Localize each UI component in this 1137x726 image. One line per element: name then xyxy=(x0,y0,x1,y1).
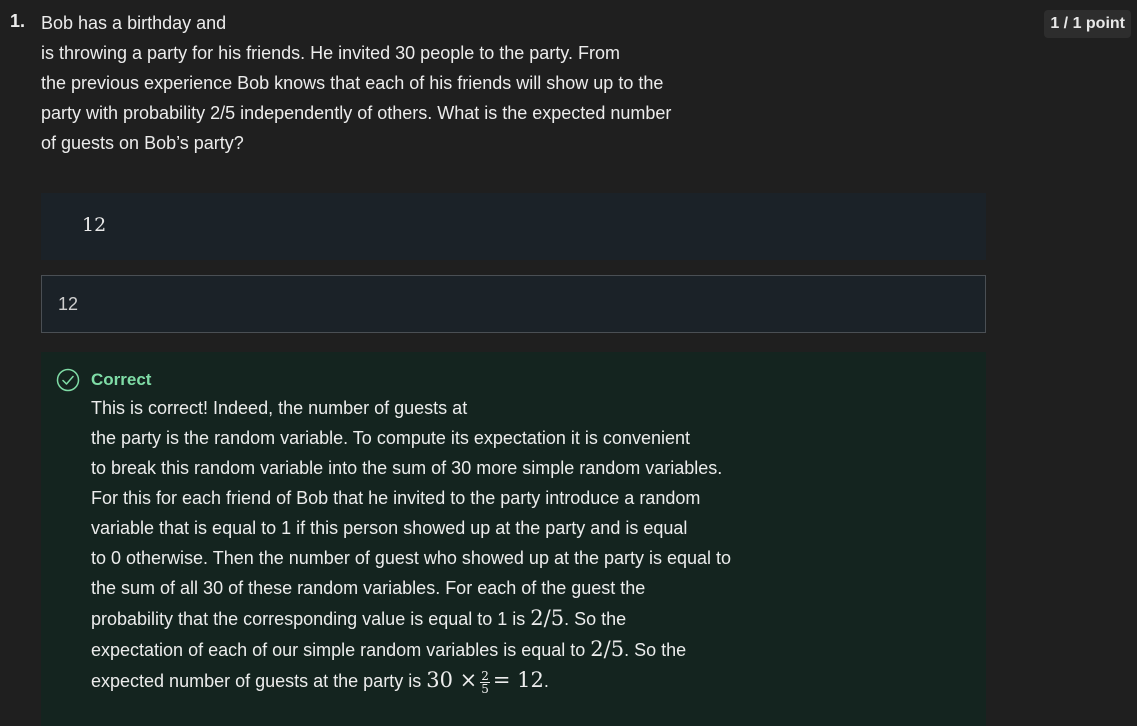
math-expression: = 12 xyxy=(492,668,544,692)
points-badge: 1 / 1 point xyxy=(1044,10,1131,38)
feedback-status: Correct xyxy=(91,370,152,389)
question-prompt: Bob has a birthday and is throwing a par… xyxy=(41,8,741,158)
explanation-line: to break this random variable into the s… xyxy=(91,458,723,478)
math-fraction: 2/5 xyxy=(530,606,565,630)
math-stacked-fraction: 25 xyxy=(480,670,490,695)
answer-preview: 12 xyxy=(41,193,986,260)
explanation-line: For this for each friend of Bob that he … xyxy=(91,488,701,508)
explanation-line: to 0 otherwise. Then the number of guest… xyxy=(91,548,732,568)
math-fraction: 2/5 xyxy=(590,637,625,661)
explanation-line: This is correct! Indeed, the number of g… xyxy=(91,398,468,418)
fraction-numerator: 2 xyxy=(480,668,490,683)
math-expression: 30 × xyxy=(426,668,478,692)
answer-preview-value: 12 xyxy=(82,214,107,236)
feedback-panel: Correct This is correct! Indeed, the num… xyxy=(41,352,986,726)
prompt-line: the previous experience Bob knows that e… xyxy=(41,73,664,93)
explanation-text: expectation of each of our simple random… xyxy=(91,640,591,660)
check-circle-icon xyxy=(56,368,80,392)
prompt-line: is throwing a party for his friends. He … xyxy=(41,43,620,63)
explanation-line: variable that is equal to 1 if this pers… xyxy=(91,518,688,538)
explanation-line: the sum of all 30 of these random variab… xyxy=(91,578,646,598)
prompt-line: party with probability 2/5 independently… xyxy=(41,103,672,123)
explanation-line: expectation of each of our simple random… xyxy=(91,634,811,665)
answer-input[interactable] xyxy=(41,275,986,333)
feedback-explanation: This is correct! Indeed, the number of g… xyxy=(91,393,811,696)
explanation-text: probability that the corresponding value… xyxy=(91,609,531,629)
explanation-line: probability that the corresponding value… xyxy=(91,603,811,634)
fraction-denominator: 5 xyxy=(481,681,489,696)
prompt-line: Bob has a birthday and xyxy=(41,13,227,33)
explanation-line: the party is the random variable. To com… xyxy=(91,428,690,448)
explanation-text: expected number of guests at the party i… xyxy=(91,671,427,691)
explanation-text: . xyxy=(543,671,549,691)
explanation-text: . So the xyxy=(624,640,687,660)
explanation-text: . So the xyxy=(564,609,627,629)
explanation-line: expected number of guests at the party i… xyxy=(91,665,811,696)
prompt-line: of guests on Bob’s party? xyxy=(41,133,244,153)
question-number: 1. xyxy=(10,11,26,31)
